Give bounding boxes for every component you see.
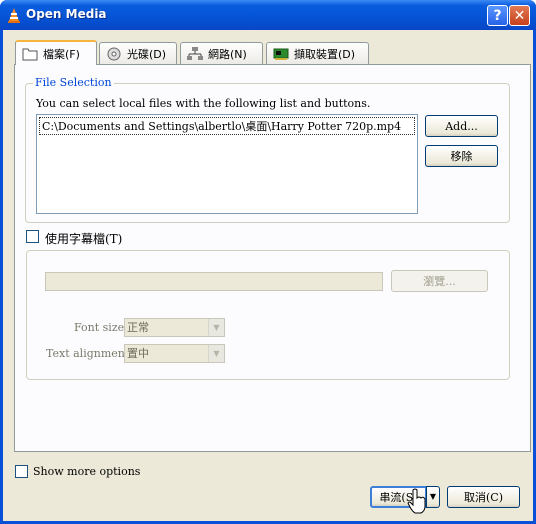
show-more-options-label: Show more options	[33, 465, 141, 478]
text-alignment-select[interactable]: 置中 ▼	[124, 344, 225, 363]
list-item[interactable]: C:\Documents and Settings\albertlo\桌面\Ha…	[39, 117, 415, 135]
file-selection-hint: You can select local files with the foll…	[36, 97, 371, 110]
disc-icon	[107, 47, 121, 60]
browse-subtitle-button[interactable]: 瀏覽...	[391, 270, 488, 292]
add-file-button-label: Add...	[445, 119, 478, 133]
tab-network[interactable]: 網路(N)	[180, 42, 263, 64]
text-alignment-label: Text alignment:	[46, 347, 133, 360]
chevron-down-icon: ▼	[208, 345, 224, 362]
file-list[interactable]: C:\Documents and Settings\albertlo\桌面\Ha…	[36, 114, 418, 214]
add-file-button[interactable]: Add...	[425, 115, 498, 137]
chevron-down-icon: ▼	[429, 492, 437, 501]
hand-cursor-icon	[407, 488, 426, 514]
cancel-button[interactable]: 取消(C)	[447, 486, 520, 508]
title-bar: Open Media ? ✕	[0, 0, 536, 30]
font-size-select[interactable]: 正常 ▼	[124, 318, 225, 337]
folder-icon	[22, 48, 38, 60]
capture-card-icon	[273, 48, 289, 60]
help-button[interactable]: ?	[487, 5, 508, 26]
file-selection-legend: File Selection	[33, 76, 114, 89]
tab-file[interactable]: 檔案(F)	[15, 40, 97, 65]
dialog-body: 檔案(F) 光碟(D) 網路(N) 擷取裝置(D) File Selection…	[3, 30, 533, 521]
font-size-value: 正常	[127, 321, 149, 334]
close-icon: ✕	[513, 7, 526, 24]
use-subtitle-checkbox[interactable]	[26, 230, 39, 243]
window-title: Open Media	[26, 7, 107, 21]
show-more-options-checkbox[interactable]	[15, 465, 28, 478]
use-subtitle-label: 使用字幕檔(T)	[45, 232, 123, 246]
tab-disc[interactable]: 光碟(D)	[99, 42, 177, 64]
remove-file-button[interactable]: 移除	[425, 145, 498, 167]
file-tab-panel: File Selection You can select local file…	[14, 64, 531, 452]
tab-file-label: 檔案(F)	[43, 47, 80, 61]
tab-disc-label: 光碟(D)	[127, 47, 167, 61]
subtitle-file-input[interactable]	[45, 272, 383, 291]
text-alignment-value: 置中	[127, 347, 149, 360]
close-button[interactable]: ✕	[509, 5, 530, 26]
font-size-label: Font size:	[74, 321, 128, 334]
stream-dropdown-button[interactable]: ▼	[426, 486, 440, 508]
open-media-window: Open Media ? ✕ 檔案(F) 光碟(D) 網路(N) 擷取裝置(D)…	[0, 0, 536, 524]
browse-subtitle-button-label: 瀏覽...	[423, 275, 456, 288]
network-icon	[187, 46, 203, 60]
vlc-cone-icon	[8, 8, 20, 23]
tab-capture-device[interactable]: 擷取裝置(D)	[266, 42, 369, 64]
tab-network-label: 網路(N)	[208, 47, 247, 61]
tab-capture-device-label: 擷取裝置(D)	[294, 47, 356, 61]
cancel-button-label: 取消(C)	[464, 491, 503, 504]
chevron-down-icon: ▼	[208, 319, 224, 336]
help-icon: ?	[493, 7, 502, 24]
remove-file-button-label: 移除	[450, 150, 473, 163]
